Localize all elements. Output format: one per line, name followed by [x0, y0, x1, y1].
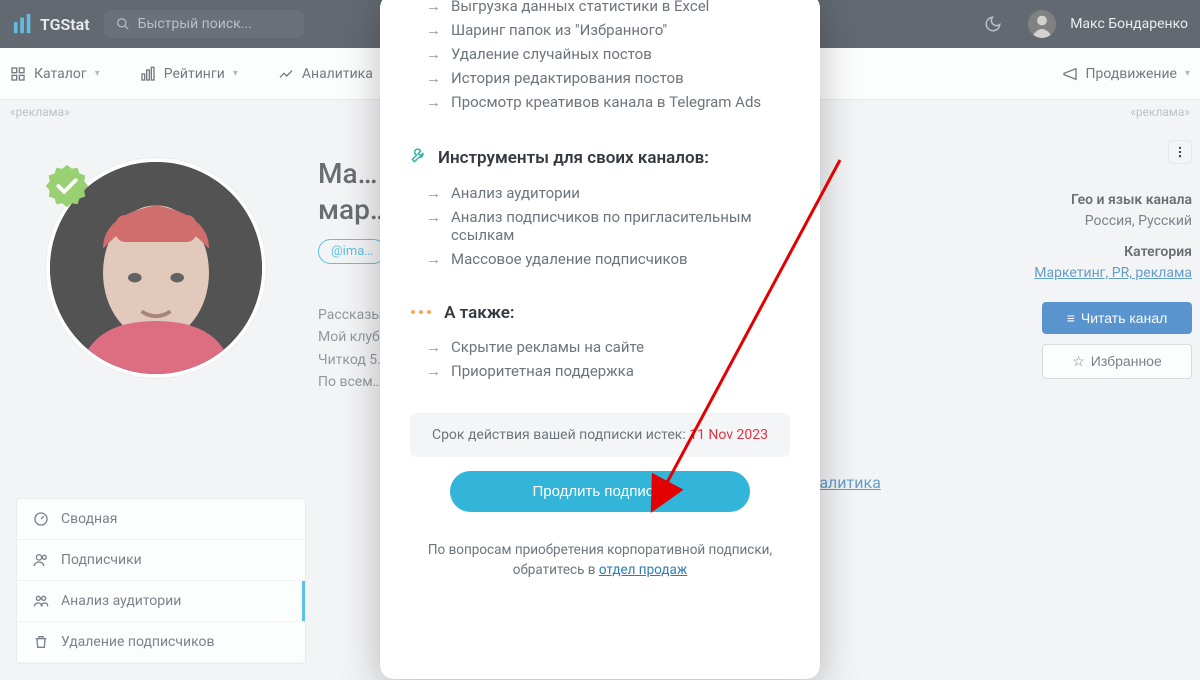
list-item: Анализ аудитории — [426, 181, 790, 205]
users-icon — [33, 552, 49, 568]
channel-handle[interactable]: @ima… — [318, 239, 386, 264]
also-heading: ••• А также: — [410, 303, 790, 323]
nav-ratings[interactable]: Рейтинги▾ — [140, 66, 238, 82]
gauge-icon — [33, 511, 49, 527]
tab-summary[interactable]: Сводная — [17, 499, 305, 540]
corporate-note: По вопросам приобретения корпоративной п… — [410, 540, 790, 581]
ads-tag-left: «реклама» — [10, 105, 70, 119]
read-channel-button[interactable]: ≡Читать канал — [1042, 302, 1192, 334]
tab-audience-analysis[interactable]: Анализ аудитории — [17, 581, 305, 622]
nav-catalog[interactable]: Каталог▾ — [10, 66, 100, 82]
logo-icon — [12, 13, 34, 35]
tab-delete-subscribers[interactable]: Удаление подписчиков — [17, 622, 305, 663]
list-item: Просмотр креативов канала в Telegram Ads — [426, 90, 790, 114]
expiry-date: 11 Nov 2023 — [689, 427, 768, 443]
sales-dept-link[interactable]: отдел продаж — [599, 562, 687, 578]
list-item: Выгрузка данных статистики в Excel — [426, 0, 790, 18]
verified-badge-icon — [44, 163, 90, 209]
wrench-icon — [410, 146, 428, 169]
geo-value: Россия, Русский — [942, 211, 1192, 232]
dots-vertical-icon — [1173, 145, 1187, 159]
trash-icon — [33, 634, 49, 650]
list-item: Удаление случайных постов — [426, 42, 790, 66]
people-icon — [33, 593, 49, 609]
list-item: Скрытие рекламы на сайте — [426, 335, 790, 359]
search-input[interactable]: Быстрый поиск... — [104, 10, 304, 38]
list-item: Приоритетная поддержка — [426, 359, 790, 383]
nav-promotion[interactable]: Продвижение▾ — [1062, 66, 1191, 82]
list-item: Анализ подписчиков по пригласительным сс… — [426, 205, 790, 247]
channel-meta: Гео и язык канала Россия, Русский Катего… — [942, 190, 1192, 379]
more-button[interactable] — [1168, 140, 1192, 164]
moon-icon — [984, 15, 1002, 33]
logo[interactable]: TGStat — [12, 13, 90, 35]
tab-subscribers[interactable]: Подписчики — [17, 540, 305, 581]
chevron-down-icon: ▾ — [95, 68, 100, 79]
category-link[interactable]: Маркетинг, PR, реклама — [1034, 265, 1192, 281]
subscription-modal: Выгрузка данных статистики в Excel Шарин… — [380, 0, 820, 679]
feature-list-tools: Анализ аудитории Анализ подписчиков по п… — [410, 181, 790, 277]
dots-icon: ••• — [410, 303, 434, 323]
bars-icon — [140, 66, 156, 82]
channel-avatar-wrap — [46, 158, 266, 378]
category-label: Категория — [942, 242, 1192, 263]
renew-subscription-button[interactable]: Продлить подписку — [450, 471, 750, 512]
feature-list-top: Выгрузка данных статистики в Excel Шарин… — [410, 0, 790, 120]
grid-icon — [10, 66, 26, 82]
chart-icon — [278, 66, 294, 82]
search-placeholder: Быстрый поиск... — [138, 16, 252, 32]
expiry-box: Срок действия вашей подписки истек: 11 N… — [410, 413, 790, 457]
feature-list-also: Скрытие рекламы на сайте Приоритетная по… — [410, 335, 790, 389]
ads-tag-right: «реклама» — [1130, 105, 1190, 119]
theme-toggle[interactable] — [978, 9, 1008, 39]
user-avatar[interactable] — [1028, 10, 1056, 38]
chevron-down-icon: ▾ — [233, 68, 238, 79]
list-item: Шаринг папок из "Избранного" — [426, 18, 790, 42]
favorite-button[interactable]: ☆Избранное — [1042, 344, 1192, 379]
list-item: Массовое удаление подписчиков — [426, 247, 790, 271]
nav-analytics[interactable]: Аналитика — [278, 66, 373, 82]
search-icon — [116, 17, 130, 31]
chevron-down-icon: ▾ — [1185, 68, 1190, 79]
logo-text: TGStat — [40, 15, 90, 34]
channel-side-nav: Сводная Подписчики Анализ аудитории Удал… — [16, 498, 306, 664]
geo-label: Гео и язык канала — [942, 190, 1192, 211]
megaphone-icon — [1062, 66, 1078, 82]
user-name[interactable]: Макс Бондаренко — [1070, 16, 1188, 32]
tools-heading: Инструменты для своих каналов: — [410, 146, 790, 169]
list-item: История редактирования постов — [426, 66, 790, 90]
